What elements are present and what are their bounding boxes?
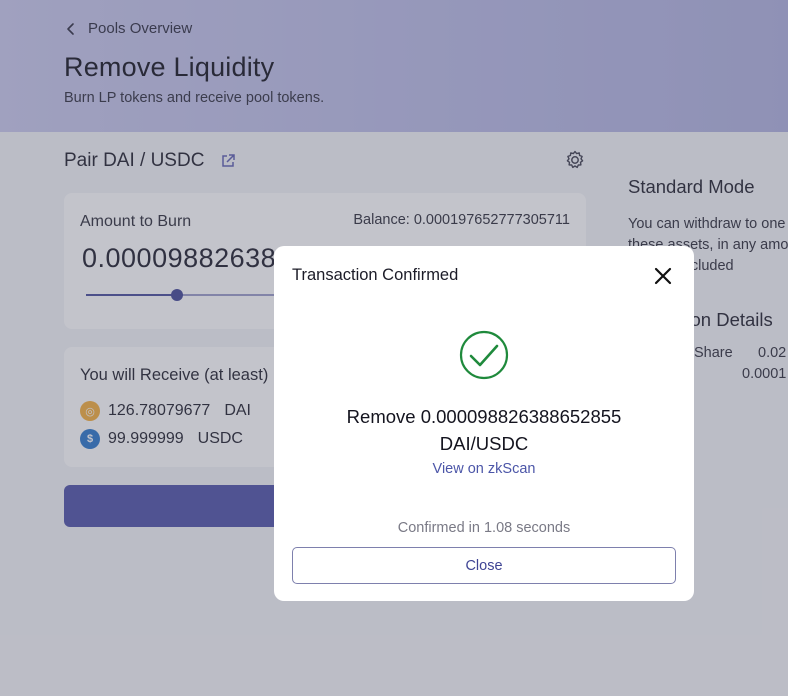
close-button[interactable]: Close bbox=[292, 547, 676, 584]
check-circle-icon bbox=[459, 330, 509, 380]
close-icon[interactable] bbox=[652, 265, 674, 287]
confirmed-time-text: Confirmed in 1.08 seconds bbox=[397, 520, 571, 536]
transaction-confirmed-dialog: Transaction Confirmed Remove 0.000098826… bbox=[274, 246, 694, 601]
dialog-title: Transaction Confirmed bbox=[292, 266, 459, 284]
confirm-pair-text: DAI/USDC bbox=[439, 433, 529, 454]
view-on-zkscan-link[interactable]: View on zkScan bbox=[274, 461, 694, 477]
confirm-amount-text: Remove 0.000098826388652855 bbox=[346, 406, 622, 427]
